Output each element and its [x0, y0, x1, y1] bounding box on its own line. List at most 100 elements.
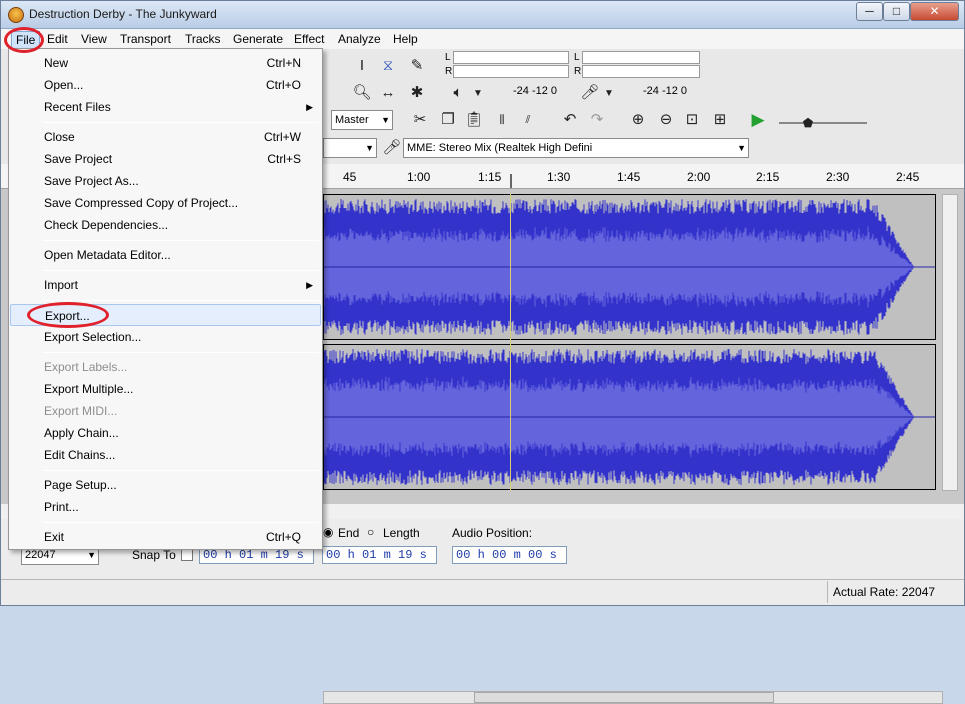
menu-item-shortcut: Ctrl+S — [267, 152, 301, 166]
paste-icon[interactable]: 📋︎ — [463, 109, 485, 131]
menu-item-save-compressed-copy[interactable]: Save Compressed Copy of Project... — [10, 192, 321, 214]
menu-item-open[interactable]: Open... Ctrl+O — [10, 74, 321, 96]
input-device-select[interactable]: MME: Stereo Mix (Realtek High Defini ▼ — [403, 138, 749, 158]
audio-track-right-channel[interactable] — [323, 344, 936, 490]
multi-tool-icon[interactable]: ✱ — [406, 82, 428, 104]
selection-tool-icon[interactable]: I — [351, 55, 373, 77]
submenu-arrow-icon: ▶ — [306, 280, 313, 290]
menu-item-close[interactable]: Close Ctrl+W — [10, 126, 321, 148]
envelope-tool-icon[interactable]: ⧖ — [377, 55, 399, 77]
trim-icon[interactable]: ⫼ — [491, 109, 513, 131]
chevron-down-icon: ▼ — [737, 143, 746, 153]
menu-item-recent-files[interactable]: Recent Files ▶ — [10, 96, 321, 118]
vertical-scrollbar[interactable] — [942, 194, 958, 491]
ruler-tick: 2:30 — [826, 170, 850, 184]
play-speed-slider-thumb[interactable]: ⬟ — [797, 112, 819, 134]
project-rate-value: 22047 — [25, 549, 56, 561]
menu-transport[interactable]: Transport — [120, 32, 171, 46]
play-head-marker — [510, 174, 516, 188]
end-radio[interactable]: ◉ — [323, 525, 333, 539]
copy-icon[interactable]: ❐ — [437, 109, 459, 131]
status-bar: Actual Rate: 22047 — [1, 579, 964, 605]
menu-item-label: Page Setup... — [44, 478, 117, 492]
ruler-tick: 1:45 — [617, 170, 641, 184]
menu-item-new[interactable]: New Ctrl+N — [10, 52, 321, 74]
end-radio-label: End — [338, 526, 360, 540]
record-meter-menu-icon[interactable]: ▼ — [598, 83, 620, 105]
play-meter-menu-icon[interactable]: ▼ — [467, 83, 489, 105]
menu-item-shortcut: Ctrl+O — [265, 78, 301, 92]
annotation-ring-file — [4, 27, 44, 53]
record-meter-right-label: R — [574, 66, 582, 77]
selection-end-time[interactable]: 00 h 01 m 19 s — [322, 546, 437, 564]
menu-separator — [43, 522, 319, 523]
output-device-select[interactable]: ▼ — [323, 138, 377, 158]
undo-icon[interactable]: ↶ — [559, 109, 581, 131]
menu-item-open-metadata-editor[interactable]: Open Metadata Editor... — [10, 244, 321, 266]
menu-item-shortcut: Ctrl+W — [264, 130, 301, 144]
menu-item-label: Print... — [44, 500, 79, 514]
play-at-speed-icon[interactable]: ▶ — [747, 109, 769, 131]
menu-item-exit[interactable]: Exit Ctrl+Q — [10, 526, 321, 548]
menu-edit[interactable]: Edit — [47, 32, 68, 46]
menu-generate[interactable]: Generate — [233, 32, 283, 46]
menu-item-print[interactable]: Print... — [10, 496, 321, 518]
zoom-out-icon[interactable]: ⊖ — [655, 109, 677, 131]
window-title: Destruction Derby - The Junkyward — [29, 7, 217, 21]
record-meter-scale: -24 -12 0 — [643, 85, 688, 97]
speaker-icon[interactable]: 🔈︎ — [447, 82, 469, 104]
ruler-tick: 2:15 — [756, 170, 780, 184]
menu-separator — [43, 240, 319, 241]
menu-item-page-setup[interactable]: Page Setup... — [10, 474, 321, 496]
menu-item-label: Close — [44, 130, 75, 144]
audio-position-label: Audio Position: — [452, 526, 533, 540]
menu-item-export-multiple[interactable]: Export Multiple... — [10, 378, 321, 400]
menu-item-label: Apply Chain... — [44, 426, 119, 440]
waveform-left — [324, 199, 935, 335]
minimize-button[interactable]: ─ — [856, 2, 883, 21]
maximize-button[interactable]: □ — [883, 2, 910, 21]
menu-item-label: New — [44, 56, 69, 70]
menu-item-label: Check Dependencies... — [44, 218, 169, 232]
menu-item-export-selection[interactable]: Export Selection... — [10, 326, 321, 348]
menu-help[interactable]: Help — [393, 32, 418, 46]
menu-separator — [43, 470, 319, 471]
record-meter-right — [582, 65, 700, 78]
menu-item-check-dependencies[interactable]: Check Dependencies... — [10, 214, 321, 236]
draw-tool-icon[interactable]: ✎ — [406, 55, 428, 77]
menu-effect[interactable]: Effect — [294, 32, 324, 46]
chevron-down-icon: ▼ — [381, 115, 390, 125]
menu-item-apply-chain[interactable]: Apply Chain... — [10, 422, 321, 444]
menu-item-import[interactable]: Import ▶ — [10, 274, 321, 296]
fit-project-icon[interactable]: ⊞ — [709, 109, 731, 131]
length-radio-label: Length — [383, 526, 420, 540]
menu-item-label: Import — [44, 278, 79, 292]
horizontal-scrollbar-thumb[interactable] — [474, 692, 774, 703]
record-meter-left — [582, 51, 700, 64]
menu-item-edit-chains[interactable]: Edit Chains... — [10, 444, 321, 466]
audio-position-time[interactable]: 00 h 00 m 00 s — [452, 546, 567, 564]
fit-selection-icon[interactable]: ⊡ — [681, 109, 703, 131]
close-button[interactable]: ✕ — [910, 2, 959, 21]
audio-track-left-channel[interactable] — [323, 194, 936, 340]
menu-view[interactable]: View — [81, 32, 107, 46]
zoom-tool-icon[interactable]: 🔍︎ — [351, 82, 373, 104]
menu-item-label: Export Multiple... — [44, 382, 134, 396]
redo-icon[interactable]: ↷ — [586, 109, 608, 131]
play-meter-scale: -24 -12 0 — [513, 85, 558, 97]
cut-icon[interactable]: ✂ — [409, 109, 431, 131]
menu-tracks[interactable]: Tracks — [185, 32, 221, 46]
record-meter-left-label: L — [574, 52, 580, 63]
silence-icon[interactable]: ⫽ — [517, 109, 539, 131]
menu-item-save-project[interactable]: Save Project Ctrl+S — [10, 148, 321, 170]
ruler-tick: 1:15 — [478, 170, 502, 184]
menu-item-save-project-as[interactable]: Save Project As... — [10, 170, 321, 192]
horizontal-scrollbar[interactable] — [323, 691, 943, 704]
zoom-in-icon[interactable]: ⊕ — [627, 109, 649, 131]
timeshift-tool-icon[interactable]: ↔ — [377, 82, 399, 104]
snap-to-checkbox[interactable] — [181, 549, 193, 561]
ruler-tick: 2:00 — [687, 170, 711, 184]
menu-analyze[interactable]: Analyze — [338, 32, 381, 46]
length-radio[interactable]: ○ — [367, 525, 374, 539]
mixer-select[interactable]: Master ▼ — [331, 110, 393, 130]
